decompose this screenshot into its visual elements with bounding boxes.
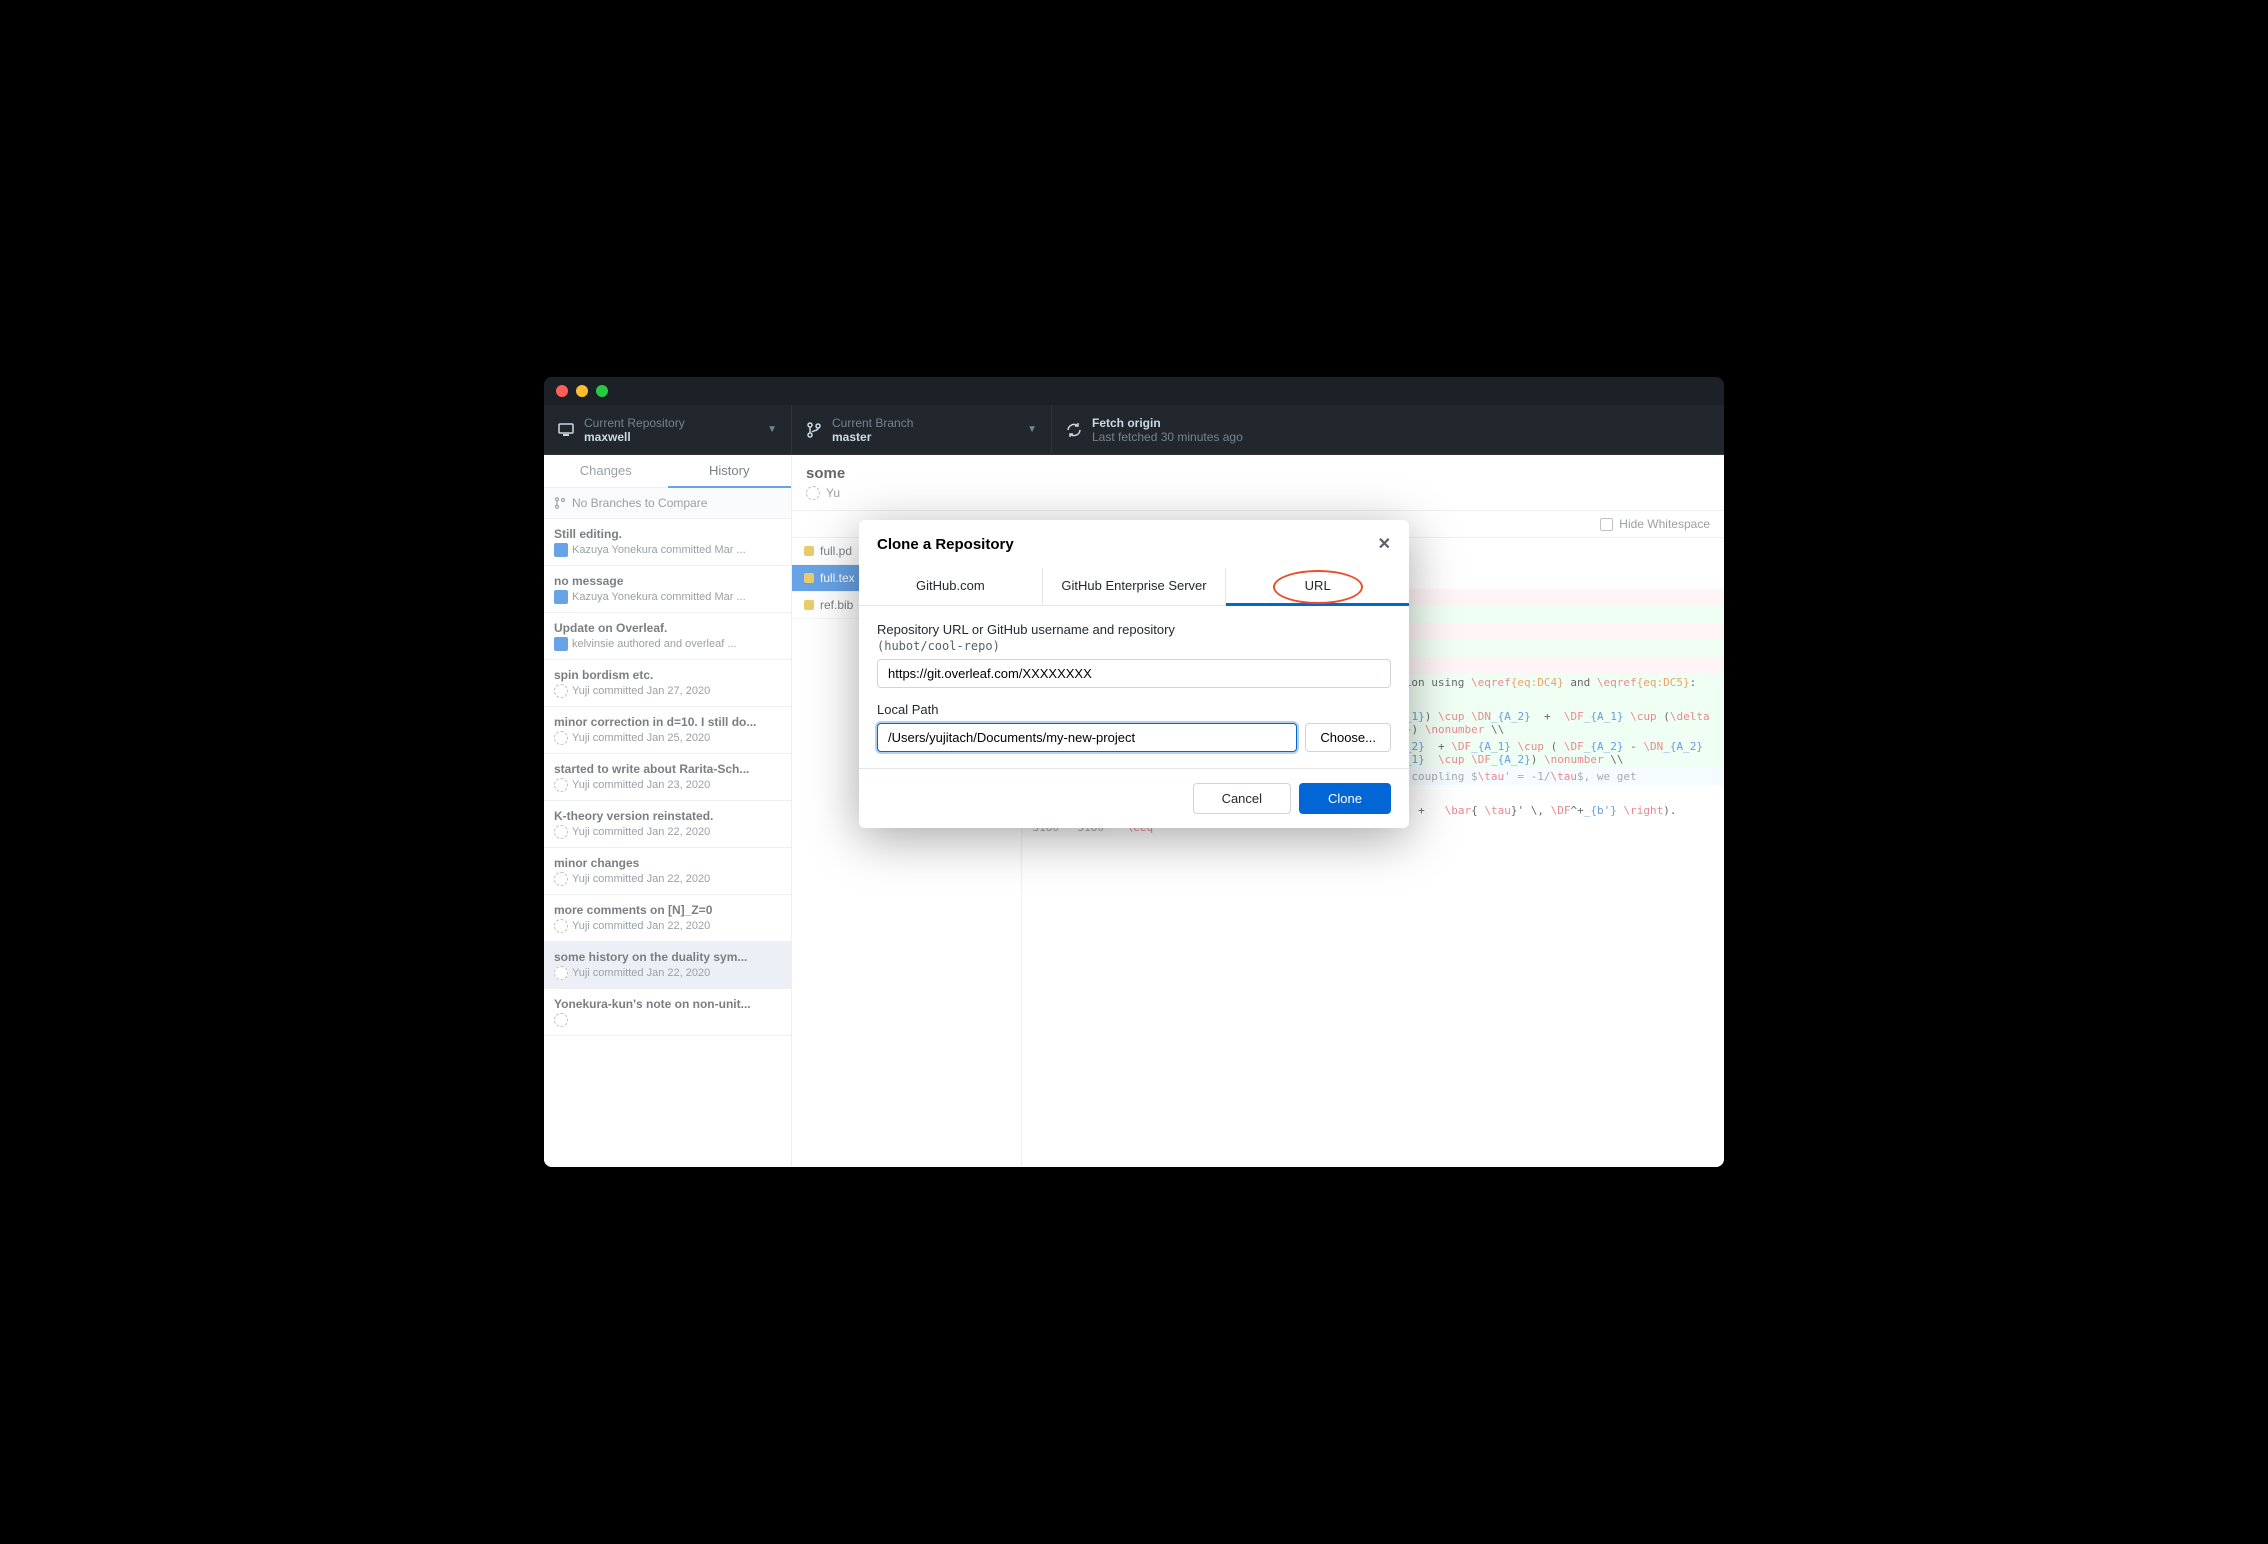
avatar-icon [554,543,568,557]
commit-item-meta: Yuji committed Jan 23, 2020 [554,778,781,792]
commit-item-title: more comments on [N]_Z=0 [554,903,781,917]
url-field-label: Repository URL or GitHub username and re… [877,622,1391,637]
avatar-icon [554,872,568,886]
chevron-down-icon: ▼ [767,424,777,435]
sidebar: Changes History No Branches to Compare S… [544,455,792,1167]
branch-label: Current Branch [832,416,913,430]
commit-item-title: some history on the duality sym... [554,950,781,964]
commit-item-title: spin bordism etc. [554,668,781,682]
commit-item[interactable]: more comments on [N]_Z=0 Yuji committed J… [544,895,791,942]
tab-github-com[interactable]: GitHub.com [859,568,1043,605]
repo-name: maxwell [584,430,685,444]
avatar-icon [554,1013,568,1027]
branch-icon [554,497,566,509]
commit-item-title: Yonekura-kun's note on non-unit... [554,997,781,1011]
cancel-button[interactable]: Cancel [1193,783,1291,814]
avatar-icon [554,825,568,839]
fetch-status: Last fetched 30 minutes ago [1092,430,1243,444]
commit-item-meta: Yuji committed Jan 27, 2020 [554,684,781,698]
fetch-label: Fetch origin [1092,416,1243,430]
commit-item-title: no message [554,574,781,588]
computer-icon [558,422,574,438]
commit-item[interactable]: no message Kazuya Yonekura committed Mar … [544,566,791,613]
close-window-button[interactable] [556,385,568,397]
current-branch-dropdown[interactable]: Current Branch master ▼ [792,405,1052,454]
commit-list[interactable]: Still editing. Kazuya Yonekura committed … [544,519,791,1167]
titlebar [544,377,1724,405]
traffic-lights [556,385,608,397]
commit-item[interactable]: started to write about Rarita-Sch... Yuji… [544,754,791,801]
tab-github-enterprise[interactable]: GitHub Enterprise Server [1043,568,1227,605]
commit-item[interactable]: some history on the duality sym... Yuji c… [544,942,791,989]
app-window: Current Repository maxwell ▼ Current Bra… [544,377,1724,1167]
clone-repository-modal: Clone a Repository ✕ GitHub.com GitHub E… [859,520,1409,828]
close-icon[interactable]: ✕ [1378,534,1391,554]
file-modified-icon [804,600,814,610]
local-path-input[interactable] [877,723,1297,752]
commit-item[interactable]: K-theory version reinstated. Yuji committ… [544,801,791,848]
branch-compare-label: No Branches to Compare [572,496,707,510]
commit-item-title: minor correction in d=10. I still do... [554,715,781,729]
hide-whitespace-checkbox[interactable] [1600,518,1613,531]
hide-whitespace-label: Hide Whitespace [1619,517,1710,531]
modal-title: Clone a Repository [877,536,1014,553]
maximize-window-button[interactable] [596,385,608,397]
repository-url-input[interactable] [877,659,1391,688]
commit-item-meta: Kazuya Yonekura committed Mar ... [554,590,781,604]
commit-item[interactable]: Update on Overleaf. kelvinsie authored an… [544,613,791,660]
branch-icon [806,422,822,438]
commit-item-meta: Yuji committed Jan 22, 2020 [554,825,781,839]
commit-item-meta: Yuji committed Jan 22, 2020 [554,966,781,980]
clone-button[interactable]: Clone [1299,783,1391,814]
commit-item[interactable]: spin bordism etc. Yuji committed Jan 27, … [544,660,791,707]
current-repository-dropdown[interactable]: Current Repository maxwell ▼ [544,405,792,454]
file-modified-icon [804,546,814,556]
avatar-icon [554,778,568,792]
commit-item-meta: Yuji committed Jan 22, 2020 [554,872,781,886]
commit-item[interactable]: minor changes Yuji committed Jan 22, 2020 [544,848,791,895]
avatar-icon [554,684,568,698]
local-path-label: Local Path [877,702,1391,717]
chevron-down-icon: ▼ [1027,424,1037,435]
sync-icon [1066,422,1082,438]
commit-item-meta: Yuji committed Jan 25, 2020 [554,731,781,745]
avatar-icon [806,486,820,500]
fetch-origin-button[interactable]: Fetch origin Last fetched 30 minutes ago [1052,405,1724,454]
commit-header: some Yu [792,455,1724,511]
repo-label: Current Repository [584,416,685,430]
url-field-hint: (hubot/cool-repo) [877,639,1391,653]
choose-path-button[interactable]: Choose... [1305,723,1391,752]
commit-item-title: Update on Overleaf. [554,621,781,635]
avatar-icon [554,637,568,651]
tab-url[interactable]: URL [1226,568,1409,606]
commit-item-title: minor changes [554,856,781,870]
commit-item-title: Still editing. [554,527,781,541]
toolbar: Current Repository maxwell ▼ Current Bra… [544,405,1724,455]
branch-name: master [832,430,913,444]
commit-item-title: K-theory version reinstated. [554,809,781,823]
commit-item-meta: kelvinsie authored and overleaf ... [554,637,781,651]
commit-item-meta: Yuji committed Jan 22, 2020 [554,919,781,933]
commit-item[interactable]: Still editing. Kazuya Yonekura committed … [544,519,791,566]
modal-tabs: GitHub.com GitHub Enterprise Server URL [859,568,1409,606]
commit-item[interactable]: Yonekura-kun's note on non-unit... [544,989,791,1036]
commit-title: some [806,465,1710,482]
avatar-icon [554,919,568,933]
commit-author: Yu [826,486,840,500]
tab-changes[interactable]: Changes [544,455,668,487]
commit-item-title: started to write about Rarita-Sch... [554,762,781,776]
file-modified-icon [804,573,814,583]
avatar-icon [554,590,568,604]
sidebar-tabs: Changes History [544,455,791,488]
branch-compare-selector[interactable]: No Branches to Compare [544,488,791,519]
commit-item[interactable]: minor correction in d=10. I still do... Y… [544,707,791,754]
avatar-icon [554,966,568,980]
avatar-icon [554,731,568,745]
tab-history[interactable]: History [668,455,792,488]
commit-item-meta: Kazuya Yonekura committed Mar ... [554,543,781,557]
commit-item-meta [554,1013,781,1027]
minimize-window-button[interactable] [576,385,588,397]
